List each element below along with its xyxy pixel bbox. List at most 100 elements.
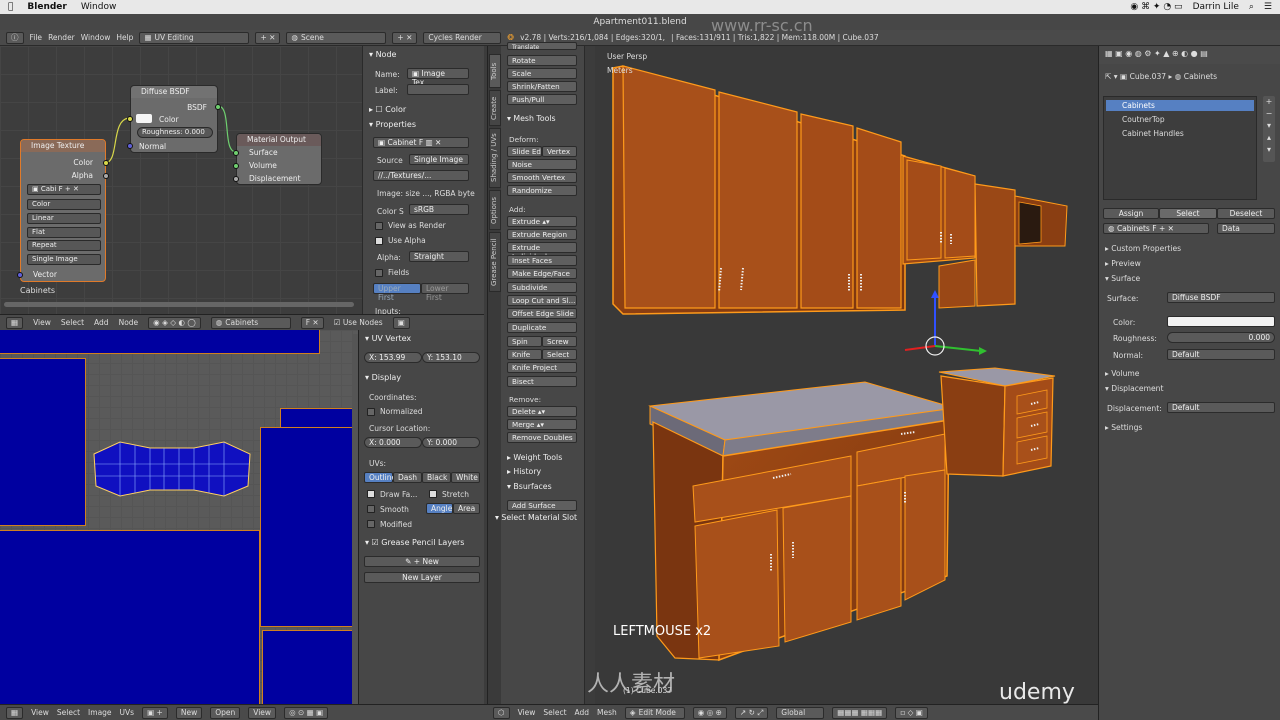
source-dropdown[interactable]: Single Image xyxy=(27,254,101,265)
noise-button[interactable]: Noise xyxy=(507,159,577,170)
tab-tools[interactable]: Tools xyxy=(489,54,501,88)
uv-white-button[interactable]: White xyxy=(451,472,480,483)
tab-shading-uvs[interactable]: Shading / UVs xyxy=(489,128,501,188)
menu-image[interactable]: Image xyxy=(88,708,112,717)
tab-options[interactable]: Options xyxy=(489,190,501,230)
mode-dropdown[interactable]: ◈ Edit Mode xyxy=(624,706,685,719)
backdrop-icon[interactable]: ▣ xyxy=(392,316,410,329)
select-button[interactable]: Select xyxy=(1159,208,1217,219)
name-field[interactable]: ▣ Image Tex... xyxy=(407,68,469,87)
extrude-dropdown[interactable]: Extrude ▴▾ xyxy=(507,216,577,227)
surface-socket[interactable] xyxy=(233,150,239,156)
add-surface-button[interactable]: Add Surface xyxy=(507,500,577,511)
stretch-area-button[interactable]: Area xyxy=(453,503,480,514)
color-swatch[interactable] xyxy=(1167,316,1275,327)
displacement-head[interactable]: ▾ Displacement xyxy=(1105,384,1163,393)
lower-first-button[interactable]: Lower First xyxy=(421,283,469,302)
push-pull-button[interactable]: Push/Pull xyxy=(507,94,577,105)
bisect-button[interactable]: Bisect xyxy=(507,376,577,387)
knife-button[interactable]: Knife xyxy=(507,349,542,360)
properties-tabs[interactable]: ▦ ▣ ◉ ◍ ⚙ ✦ ▲ ⊕ ◐ ● ▤ xyxy=(1099,46,1280,64)
tab-create[interactable]: Create xyxy=(489,90,501,126)
image-texture-node[interactable]: Image Texture Color Alpha ▣ Cabi F + ✕ C… xyxy=(17,139,109,282)
menu-help[interactable]: Help xyxy=(116,33,133,42)
menu-node[interactable]: Node xyxy=(119,318,139,327)
displacement-dropdown[interactable]: Default xyxy=(1167,402,1275,413)
preview-head[interactable]: ▸ Preview xyxy=(1105,259,1141,268)
color-section[interactable]: ▸ ☐ Color xyxy=(369,105,406,114)
material-selector[interactable]: ◍ Cabinets xyxy=(210,316,291,329)
duplicate-button[interactable]: Duplicate xyxy=(507,322,577,333)
uv-dash-button[interactable]: Dash xyxy=(393,472,422,483)
history-head[interactable]: ▸ History xyxy=(507,467,541,476)
offset-edge-slide-button[interactable]: Offset Edge Slide xyxy=(507,308,577,319)
extrude-region-button[interactable]: Extrude Region xyxy=(507,229,577,240)
uv-x-field[interactable]: X: 153.99 xyxy=(364,352,422,363)
app-menu[interactable]: Blender xyxy=(27,2,66,12)
translate-button[interactable]: Translate xyxy=(507,42,577,51)
window-menu[interactable]: Window xyxy=(81,2,117,12)
bsdf-socket[interactable] xyxy=(215,104,221,110)
layer-icons[interactable]: ▦▦▦ ▦▦▦ xyxy=(832,706,888,719)
use-nodes-toggle[interactable]: ☑ Use Nodes xyxy=(334,318,383,327)
remove-doubles-button[interactable]: Remove Doubles xyxy=(507,432,577,443)
rotate-button[interactable]: Rotate xyxy=(507,55,577,66)
menu-select[interactable]: Select xyxy=(57,708,80,717)
slot-list-buttons[interactable]: + − ▾ ▴ ▾ xyxy=(1263,96,1275,162)
material-output-node[interactable]: Material Output Surface Volume Displacem… xyxy=(233,133,322,185)
merge-dropdown[interactable]: Merge ▴▾ xyxy=(507,419,577,430)
image-datablock-field[interactable]: ▣ Cabinet F ▥ ✕ xyxy=(373,137,469,148)
vector-socket[interactable] xyxy=(17,272,23,278)
status-icons[interactable]: ◉ ⌘ ✦ ◔ ▭ xyxy=(1130,2,1182,12)
menu-file[interactable]: File xyxy=(30,33,43,42)
3d-viewport[interactable]: User Persp Meters LEFTMOUSE x2 (1) Cube.… xyxy=(587,16,1098,705)
alpha-socket[interactable] xyxy=(103,173,109,179)
diffuse-bsdf-node[interactable]: Diffuse BSDF BSDF Color Roughness: 0.000… xyxy=(127,85,221,153)
slide-edge-button[interactable]: Slide Ed xyxy=(507,146,542,157)
select-material-slot-head[interactable]: ▾ Select Material Slot xyxy=(495,513,577,522)
menu-select[interactable]: Select xyxy=(61,318,84,327)
select-mode-icons[interactable]: ▫ ◇ ▣ xyxy=(895,706,928,719)
upper-first-button[interactable]: Upper First xyxy=(373,283,421,302)
view-as-render-checkbox[interactable] xyxy=(375,222,383,230)
tab-grease-pencil[interactable]: Grease Pencil xyxy=(489,232,501,292)
menu-add[interactable]: Add xyxy=(94,318,109,327)
manipulator-icons[interactable]: ↗ ↻ ⤢ xyxy=(734,706,769,719)
uv-outline-button[interactable]: Outline xyxy=(364,472,396,483)
list-icon[interactable]: ☰ xyxy=(1264,2,1272,12)
fields-checkbox[interactable] xyxy=(375,269,383,277)
search-icon[interactable]: ⌕ xyxy=(1249,2,1254,12)
menu-view[interactable]: View xyxy=(518,708,536,717)
menu-view[interactable]: View xyxy=(31,708,49,717)
layout-selector[interactable]: ▦ UV Editing xyxy=(139,31,250,44)
color-space-dropdown[interactable]: sRGB xyxy=(409,204,469,215)
render-engine[interactable]: Cycles Render xyxy=(423,31,502,44)
new-image-button[interactable]: New xyxy=(175,706,203,719)
menu-add[interactable]: Add xyxy=(575,708,590,717)
randomize-button[interactable]: Randomize xyxy=(507,185,577,196)
uv-black-button[interactable]: Black xyxy=(422,472,451,483)
mesh-tools-head[interactable]: ▾ Mesh Tools xyxy=(507,114,556,123)
delete-dropdown[interactable]: Delete ▴▾ xyxy=(507,406,577,417)
display-head[interactable]: ▾ Display xyxy=(365,373,401,382)
menu-uvs[interactable]: UVs xyxy=(120,708,135,717)
loop-cut-button[interactable]: Loop Cut and Sl... xyxy=(507,295,577,306)
apple-icon[interactable]:  xyxy=(8,2,13,12)
layout-add[interactable]: + ✕ xyxy=(255,31,281,44)
volume-socket[interactable] xyxy=(233,163,239,169)
menu-view[interactable]: View xyxy=(33,318,51,327)
shader-type-icons[interactable]: ◉ ◈ ◇ ◐ ◯ xyxy=(148,316,201,329)
spin-button[interactable]: Spin xyxy=(507,336,542,347)
horizontal-scrollbar[interactable] xyxy=(4,302,354,307)
modified-checkbox[interactable] xyxy=(367,520,375,528)
breadcrumb-object[interactable]: Cube.037 xyxy=(1130,72,1167,81)
knife-project-button[interactable]: Knife Project xyxy=(507,362,577,373)
normal-dropdown[interactable]: Default xyxy=(1167,349,1275,360)
extrude-individual-button[interactable]: Extrude Individual xyxy=(507,242,577,261)
grease-new-button[interactable]: ✎ + New xyxy=(364,556,480,567)
menu-mesh[interactable]: Mesh xyxy=(597,708,617,717)
custom-properties-head[interactable]: ▸ Custom Properties xyxy=(1105,244,1181,253)
material-datablock[interactable]: ◍ Cabinets F + ✕ xyxy=(1103,223,1209,234)
link-dropdown[interactable]: Data xyxy=(1217,223,1275,234)
slot-item[interactable]: Cabinets xyxy=(1106,100,1254,111)
